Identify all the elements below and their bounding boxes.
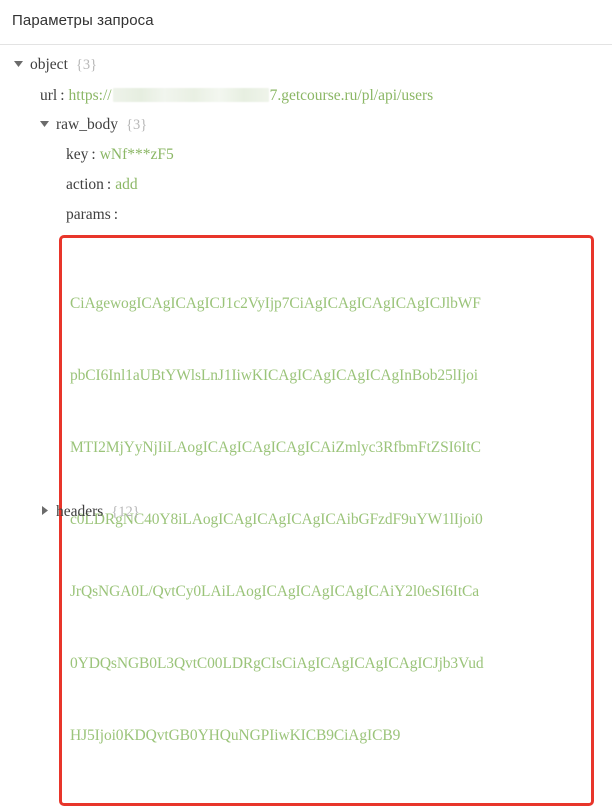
- tree-node-raw-body[interactable]: raw_body {3}: [0, 116, 612, 146]
- field-key-label: action: [66, 176, 104, 193]
- tree-node-label: headers: [56, 503, 104, 520]
- chevron-down-icon[interactable]: [40, 119, 56, 128]
- field-separator: :: [60, 87, 65, 104]
- tree-field-url[interactable]: url : https:// 7.getcourse.ru/pl/api/use…: [0, 86, 612, 116]
- tree-node-count: {3}: [75, 57, 98, 73]
- field-key-label: key: [66, 146, 89, 163]
- params-line: MTI2MjYyNjIiLAogICAgICAgICAgICAiZmlyc3Rf…: [70, 439, 481, 456]
- redacted-url-segment: [112, 88, 269, 102]
- params-line: CiAgewogICAgICAgICJ1c2VyIjp7CiAgICAgICAg…: [70, 295, 481, 312]
- field-value-key: wNf***zF5: [99, 146, 174, 163]
- tree-node-headers[interactable]: headers {12}: [0, 503, 612, 533]
- field-key-label: params: [66, 206, 111, 223]
- tree-node-label: raw_body: [56, 116, 118, 133]
- tree-node-count: {12}: [111, 504, 140, 520]
- params-line: HJ5Ijoi0KDQvtGB0YHQuNGPIiwKICB9CiAgICB9: [70, 727, 401, 744]
- field-value-url-prefix: https://: [68, 87, 112, 104]
- tree-node-count: {3}: [126, 117, 148, 133]
- chevron-down-icon[interactable]: [14, 59, 30, 68]
- chevron-right-icon[interactable]: [40, 506, 56, 515]
- field-separator: :: [113, 206, 119, 223]
- field-separator: :: [106, 176, 112, 193]
- field-separator: :: [91, 146, 96, 163]
- tree-field-params[interactable]: params :: [0, 206, 612, 236]
- field-value-url-suffix: 7.getcourse.ru/pl/api/users: [269, 87, 434, 104]
- field-value-action: add: [115, 176, 138, 193]
- json-tree: object {3} url : https:// 7.getcourse.ru…: [0, 45, 612, 806]
- page-title: Параметры запроса: [12, 12, 154, 29]
- params-line: JrQsNGA0L/QvtCy0LAiLAogICAgICAgICAgICAiY…: [70, 583, 480, 600]
- field-key-url: url: [40, 87, 58, 104]
- tree-field-action[interactable]: action : add: [0, 176, 612, 206]
- params-line: 0YDQsNGB0L3QvtC00LDRgCIsCiAgICAgICAgICAg…: [70, 655, 484, 672]
- tree-node-label: object: [30, 56, 68, 73]
- tree-field-key[interactable]: key : wNf***zF5: [0, 146, 612, 176]
- params-line: pbCI6Inl1aUBtYWlsLnJ1IiwKICAgICAgICAgICA…: [70, 367, 479, 384]
- headers-row-wrapper: headers {12}: [0, 503, 612, 533]
- tree-node-object[interactable]: object {3}: [0, 56, 612, 86]
- panel-header: Параметры запроса: [0, 0, 612, 45]
